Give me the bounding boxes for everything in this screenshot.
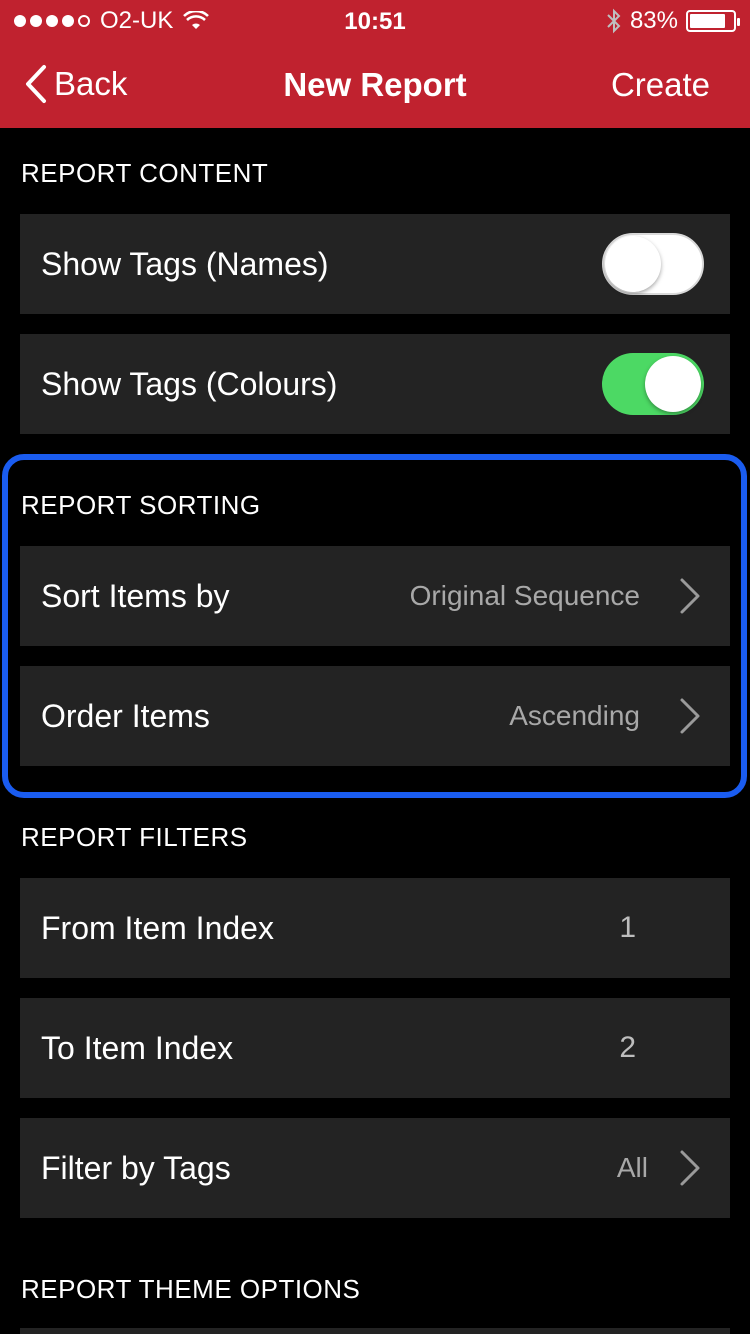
show-tags-names-toggle[interactable] xyxy=(602,233,704,295)
row-value: All xyxy=(616,1152,648,1183)
row-theme-partial xyxy=(20,1328,730,1334)
row-filter-by-tags[interactable]: Filter by Tags All xyxy=(20,1118,730,1218)
status-right: 83% xyxy=(606,7,740,34)
section-header-report-sorting: REPORT SORTING xyxy=(21,490,261,520)
create-button[interactable]: Create xyxy=(611,66,710,104)
row-sort-items-by[interactable]: Sort Items by Original Sequence xyxy=(20,546,730,646)
row-label: To Item Index xyxy=(41,1029,234,1066)
row-value: Original Sequence xyxy=(409,580,640,611)
show-tags-colours-toggle[interactable] xyxy=(602,353,704,415)
section-header-report-theme-options: REPORT THEME OPTIONS xyxy=(21,1274,361,1304)
row-show-tags-colours: Show Tags (Colours) xyxy=(20,334,730,434)
row-order-items[interactable]: Order Items Ascending xyxy=(20,666,730,766)
top-bar: O2-UK 10:51 83% Back New Report Create xyxy=(0,0,750,128)
row-label: Sort Items by xyxy=(41,577,230,614)
row-label: Show Tags (Colours) xyxy=(41,365,338,402)
row-value: Ascending xyxy=(509,700,640,731)
row-label: Filter by Tags xyxy=(41,1149,231,1186)
chevron-right-icon xyxy=(680,578,700,614)
status-bar: O2-UK 10:51 83% xyxy=(0,0,750,42)
chevron-right-icon xyxy=(680,1150,700,1186)
row-label: Order Items xyxy=(41,697,210,734)
row-to-item-index[interactable]: To Item Index 2 xyxy=(20,998,730,1098)
from-item-index-value[interactable]: 1 xyxy=(619,911,636,945)
bluetooth-icon xyxy=(607,8,621,34)
battery-icon xyxy=(686,10,740,32)
navigation-bar: Back New Report Create xyxy=(0,42,750,128)
section-header-report-filters: REPORT FILTERS xyxy=(21,822,248,852)
to-item-index-value[interactable]: 2 xyxy=(619,1031,636,1065)
row-show-tags-names: Show Tags (Names) xyxy=(20,214,730,314)
section-header-report-content: REPORT CONTENT xyxy=(21,158,269,188)
row-label: Show Tags (Names) xyxy=(41,245,329,282)
row-label: From Item Index xyxy=(41,909,274,946)
battery-percent: 83% xyxy=(629,7,678,34)
chevron-right-icon xyxy=(680,698,700,734)
row-from-item-index[interactable]: From Item Index 1 xyxy=(20,878,730,978)
